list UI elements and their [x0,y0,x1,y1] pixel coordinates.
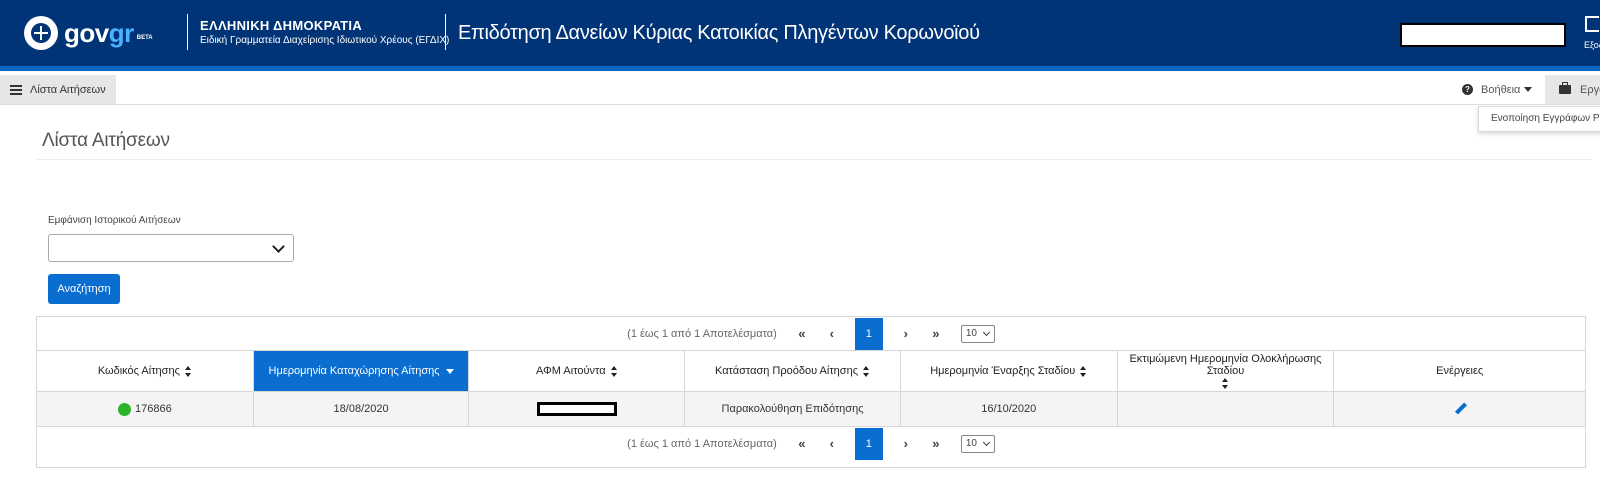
next-page-button[interactable]: › [895,436,917,451]
logout-label[interactable]: Εξοδ [1584,40,1600,50]
caret-down-icon [1524,87,1533,92]
menu-item-tools[interactable]: Εργαλ [1545,75,1600,104]
prev-page-button[interactable]: ‹ [821,436,843,451]
menu-item-help[interactable]: ? Βοήθεια [1462,75,1533,104]
history-label: Εμφάνιση Ιστορικού Αιτήσεων [48,215,181,226]
first-page-button[interactable]: « [791,326,813,341]
next-page-button[interactable]: › [895,326,917,341]
column-header-stage-start[interactable]: Ημερομηνία Έναρξης Σταδίου [901,351,1118,391]
cell-afm [469,392,686,426]
menu-bar: Λίστα Αιτήσεων ? Βοήθεια Εργαλ [0,75,1600,105]
history-select[interactable] [48,234,294,262]
sort-icon [1080,365,1087,377]
page-button-1[interactable]: 1 [854,427,883,460]
menu-item-application-list[interactable]: Λίστα Αιτήσεων [0,75,116,104]
paginator-report: (1 έως 1 από 1 Αποτελέσματα) [627,327,777,340]
logo-wordmark: govgr [64,17,134,48]
dropdown-item-merge-pdf[interactable]: Ενοποίηση Εγγράφων PDF [1478,106,1600,132]
column-header-status[interactable]: Κατάσταση Προόδου Αίτησης [685,351,901,391]
page-button-1[interactable]: 1 [854,317,883,350]
paginator-report: (1 έως 1 από 1 Αποτελέσματα) [627,437,777,450]
greek-emblem-icon [24,16,58,50]
app-title: Επιδότηση Δανείων Κύριας Κατοικίας Πληγέ… [458,22,980,44]
cell-code: 176866 [37,392,254,426]
page-title: Λίστα Αιτήσεων [42,130,170,151]
govgr-logo[interactable]: govgr BETA [24,16,153,50]
sort-icon [184,365,192,377]
redacted-afm [536,402,617,416]
top-header: govgr BETA ΕΛΛΗΝΙΚΗ ΔΗΜΟΚΡΑΤΙΑ Ειδική Γρ… [0,0,1600,66]
sort-icon [863,365,870,377]
header-divider [445,14,446,50]
org-subtitle: Ειδική Γραμματεία Διαχείρισης Ιδιωτικού … [200,35,450,46]
chevron-down-icon [272,240,285,253]
paginator-top: (1 έως 1 από 1 Αποτελέσματα) « ‹ 1 › » 1… [37,317,1585,351]
logout-icon[interactable] [1585,16,1599,32]
edit-pencil-icon[interactable] [1454,403,1466,415]
cell-actions [1334,392,1585,426]
header-divider [187,14,188,50]
last-page-button[interactable]: » [925,326,947,341]
help-label: Βοήθεια [1481,83,1521,96]
first-page-button[interactable]: « [791,436,813,451]
title-divider [36,159,1592,160]
chevron-down-icon [982,438,990,446]
paginator-bottom: (1 έως 1 από 1 Αποτελέσματα) « ‹ 1 › » 1… [37,426,1585,460]
rows-per-page-value: 10 [965,438,977,449]
rows-per-page-select[interactable]: 10 [960,324,995,343]
cell-status: Παρακολούθηση Επιδότησης [685,392,901,426]
user-name-box [1400,23,1566,47]
sort-icon [1221,378,1229,389]
org-title: ΕΛΛΗΝΙΚΗ ΔΗΜΟΚΡΑΤΙΑ Ειδική Γραμματεία Δι… [200,18,449,46]
search-button[interactable]: Αναζήτηση [48,274,120,304]
question-icon: ? [1462,84,1473,95]
briefcase-icon [1559,82,1571,94]
column-header-registration-date[interactable]: Ημερομηνία Καταχώρησης Αίτησης [253,351,470,391]
column-header-afm[interactable]: ΑΦΜ Αιτούντα [469,351,686,391]
list-icon [10,84,22,95]
beta-badge: BETA [136,35,153,41]
cell-stage-end-estimate [1118,392,1335,426]
menu-item-label: Λίστα Αιτήσεων [30,83,106,96]
sort-icon [610,365,618,377]
table-header: Κωδικός Αίτησης Ημερομηνία Καταχώρησης Α… [37,351,1585,392]
column-header-actions: Ενέργειες [1436,365,1484,377]
status-dot-icon [118,402,131,416]
cell-stage-start: 16/10/2020 [901,392,1118,426]
header-stripe [0,66,1600,71]
prev-page-button[interactable]: ‹ [821,326,843,341]
last-page-button[interactable]: » [925,436,947,451]
column-header-stage-end-estimate[interactable]: Εκτιμώμενη Ημερομηνία Ολοκλήρωσης Σταδίο… [1118,351,1335,391]
table-row[interactable]: 176866 18/08/2020 Παρακολούθηση Επιδότησ… [37,392,1585,426]
cell-registration-date: 18/08/2020 [254,392,470,426]
column-header-code[interactable]: Κωδικός Αίτησης [37,351,254,391]
applications-table: (1 έως 1 από 1 Αποτελέσματα) « ‹ 1 › » 1… [36,316,1586,468]
org-name: ΕΛΛΗΝΙΚΗ ΔΗΜΟΚΡΑΤΙΑ [200,18,363,33]
sort-desc-icon [445,368,454,374]
rows-per-page-value: 10 [965,328,977,339]
chevron-down-icon [982,328,990,336]
tools-label: Εργαλ [1580,83,1600,96]
rows-per-page-select[interactable]: 10 [960,434,995,453]
